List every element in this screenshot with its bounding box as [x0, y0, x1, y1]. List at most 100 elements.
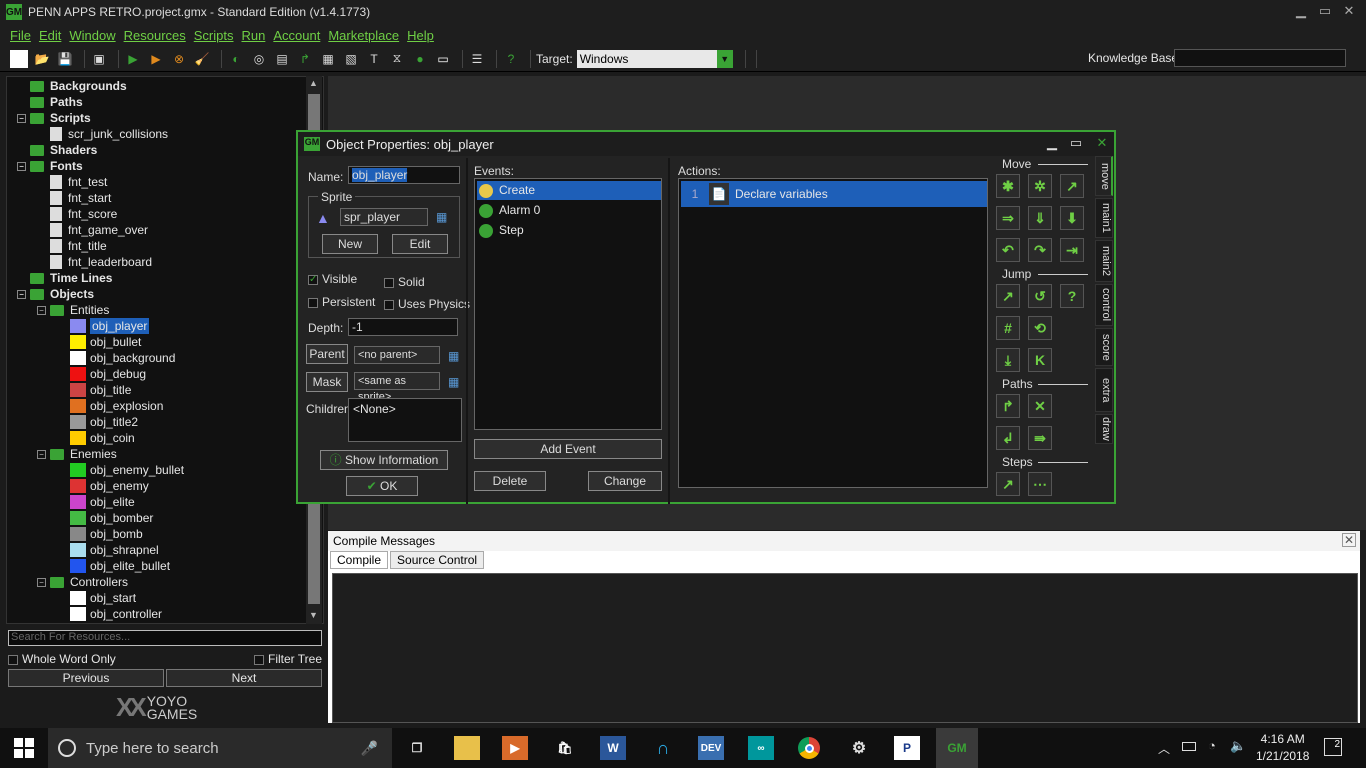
- menu-resources[interactable]: Resources: [124, 28, 186, 43]
- bounce-icon[interactable]: K: [1028, 348, 1052, 372]
- maximize-button[interactable]: ▭: [1314, 2, 1336, 20]
- path-position-icon[interactable]: ↲: [996, 426, 1020, 450]
- scroll-up-icon[interactable]: ▲: [309, 78, 318, 88]
- save-project-icon[interactable]: 💾: [56, 50, 74, 68]
- tree-item[interactable]: obj_controller: [57, 606, 162, 622]
- set-gravity-icon[interactable]: ⬇: [1060, 206, 1084, 230]
- tree-item[interactable]: obj_bullet: [57, 334, 141, 350]
- whole-word-checkbox[interactable]: Whole Word Only: [8, 652, 116, 666]
- collapse-icon[interactable]: −: [17, 289, 26, 299]
- taskbar-search[interactable]: Type here to search 🎤: [48, 728, 392, 768]
- menu-edit[interactable]: Edit: [39, 28, 61, 43]
- reverse-horizontal-icon[interactable]: ↶: [996, 238, 1020, 262]
- tree-item[interactable]: obj_enemy_bullet: [57, 462, 184, 478]
- tree-item[interactable]: fnt_test: [37, 174, 107, 190]
- steam-icon[interactable]: ⚙: [846, 736, 872, 760]
- previous-button[interactable]: Previous: [8, 669, 164, 687]
- compile-close-icon[interactable]: ✕: [1342, 533, 1356, 547]
- app-icon[interactable]: ∩: [650, 736, 676, 760]
- tree-item[interactable]: obj_start: [57, 590, 136, 606]
- clock[interactable]: 4:16 AM 1/21/2018: [1256, 731, 1309, 765]
- create-path-icon[interactable]: ↱: [296, 50, 314, 68]
- help-icon[interactable]: ?: [502, 50, 520, 68]
- path-speed-icon[interactable]: ⇛: [1028, 426, 1052, 450]
- menu-run[interactable]: Run: [241, 28, 265, 43]
- open-project-icon[interactable]: 📂: [33, 50, 51, 68]
- arduino-icon[interactable]: ∞: [748, 736, 774, 760]
- event-item[interactable]: Step: [477, 221, 661, 240]
- jump-to-start-icon[interactable]: ↺: [1028, 284, 1052, 308]
- solid-checkbox[interactable]: Solid: [384, 275, 425, 289]
- chrome-icon[interactable]: [796, 736, 822, 760]
- up-chevron-icon[interactable]: ︿: [1158, 740, 1170, 757]
- tree-folder[interactable]: − Entities: [37, 302, 109, 318]
- uses-physics-checkbox[interactable]: Uses Physics: [384, 297, 470, 311]
- jump-to-random-icon[interactable]: ?: [1060, 284, 1084, 308]
- parent-select[interactable]: <no parent>: [354, 346, 440, 364]
- store-icon[interactable]: 🛍: [552, 736, 578, 760]
- wifi-icon[interactable]: ◔: [1208, 738, 1216, 753]
- new-sprite-button[interactable]: New: [322, 234, 378, 254]
- menu-account[interactable]: Account: [273, 28, 320, 43]
- create-script-icon[interactable]: ▦: [319, 50, 337, 68]
- jump-to-position-icon[interactable]: ↗: [996, 284, 1020, 308]
- tree-item[interactable]: fnt_start: [37, 190, 111, 206]
- tree-item[interactable]: obj_coin: [57, 430, 135, 446]
- move-fixed-icon[interactable]: ✱: [996, 174, 1020, 198]
- collapse-icon[interactable]: −: [17, 113, 26, 123]
- create-font-icon[interactable]: T: [365, 50, 383, 68]
- scroll-down-icon[interactable]: ▼: [309, 610, 318, 620]
- tree-folder[interactable]: − Fonts: [17, 158, 83, 174]
- create-background-icon[interactable]: ▤: [273, 50, 291, 68]
- set-friction-icon[interactable]: ⇥: [1060, 238, 1084, 262]
- palette-tab-draw[interactable]: draw: [1095, 414, 1113, 444]
- tree-folder[interactable]: − Scripts: [17, 110, 91, 126]
- dialog-maximize-button[interactable]: ▭: [1066, 135, 1086, 151]
- name-input[interactable]: obj_player: [348, 166, 460, 184]
- tree-item[interactable]: obj_elite: [57, 494, 135, 510]
- game-info-icon[interactable]: ☰: [468, 50, 486, 68]
- tree-item[interactable]: fnt_leaderboard: [37, 254, 152, 270]
- change-event-button[interactable]: Change: [588, 471, 662, 491]
- dialog-minimize-button[interactable]: ▁: [1042, 135, 1062, 151]
- tab-compile[interactable]: Compile: [330, 551, 389, 569]
- parent-browse-icon[interactable]: ▦: [448, 349, 459, 363]
- battery-icon[interactable]: [1182, 742, 1196, 751]
- tree-folder[interactable]: Backgrounds: [17, 78, 127, 94]
- collapse-icon[interactable]: −: [37, 577, 46, 587]
- filter-tree-checkbox[interactable]: Filter Tree: [254, 652, 322, 666]
- move-to-contact-icon[interactable]: ⤓: [996, 348, 1020, 372]
- clean-icon[interactable]: 🧹: [193, 50, 211, 68]
- events-list[interactable]: Create Alarm 0 Step: [474, 178, 662, 430]
- tree-item[interactable]: obj_shrapnel: [57, 542, 159, 558]
- file-explorer-icon[interactable]: [454, 736, 480, 760]
- visible-checkbox[interactable]: ✓ Visible: [308, 272, 357, 286]
- menu-window[interactable]: Window: [69, 28, 115, 43]
- menu-file[interactable]: File: [10, 28, 31, 43]
- mask-select[interactable]: <same as sprite>: [354, 372, 440, 403]
- mask-button[interactable]: Mask: [306, 372, 348, 392]
- tree-item[interactable]: obj_title2: [57, 414, 138, 430]
- tree-item[interactable]: obj_enemy: [57, 478, 149, 494]
- palette-tab-main2[interactable]: main2: [1095, 240, 1113, 282]
- collapse-icon[interactable]: −: [37, 449, 46, 459]
- tree-item[interactable]: obj_bomber: [57, 510, 153, 526]
- create-object-icon[interactable]: ●: [411, 50, 429, 68]
- parent-button[interactable]: Parent: [306, 344, 348, 364]
- persistent-checkbox[interactable]: Persistent: [308, 295, 375, 309]
- close-button[interactable]: ✕: [1338, 2, 1360, 20]
- create-sound-icon[interactable]: ◎: [250, 50, 268, 68]
- palette-tab-control[interactable]: control: [1095, 284, 1113, 326]
- tree-item[interactable]: fnt_game_over: [37, 222, 148, 238]
- target-select[interactable]: Windows ▼: [576, 49, 733, 68]
- align-to-grid-icon[interactable]: #: [996, 316, 1020, 340]
- dialog-close-button[interactable]: ✕: [1092, 135, 1112, 151]
- word-icon[interactable]: W: [600, 736, 626, 760]
- tree-item[interactable]: scr_junk_collisions: [37, 126, 168, 142]
- show-information-button[interactable]: ⓘ Show Information: [320, 450, 448, 470]
- tree-folder[interactable]: − Controllers: [37, 574, 128, 590]
- move-towards-icon[interactable]: ↗: [1060, 174, 1084, 198]
- menu-help[interactable]: Help: [407, 28, 434, 43]
- tree-item[interactable]: obj_title: [57, 382, 131, 398]
- tree-folder[interactable]: Shaders: [17, 142, 97, 158]
